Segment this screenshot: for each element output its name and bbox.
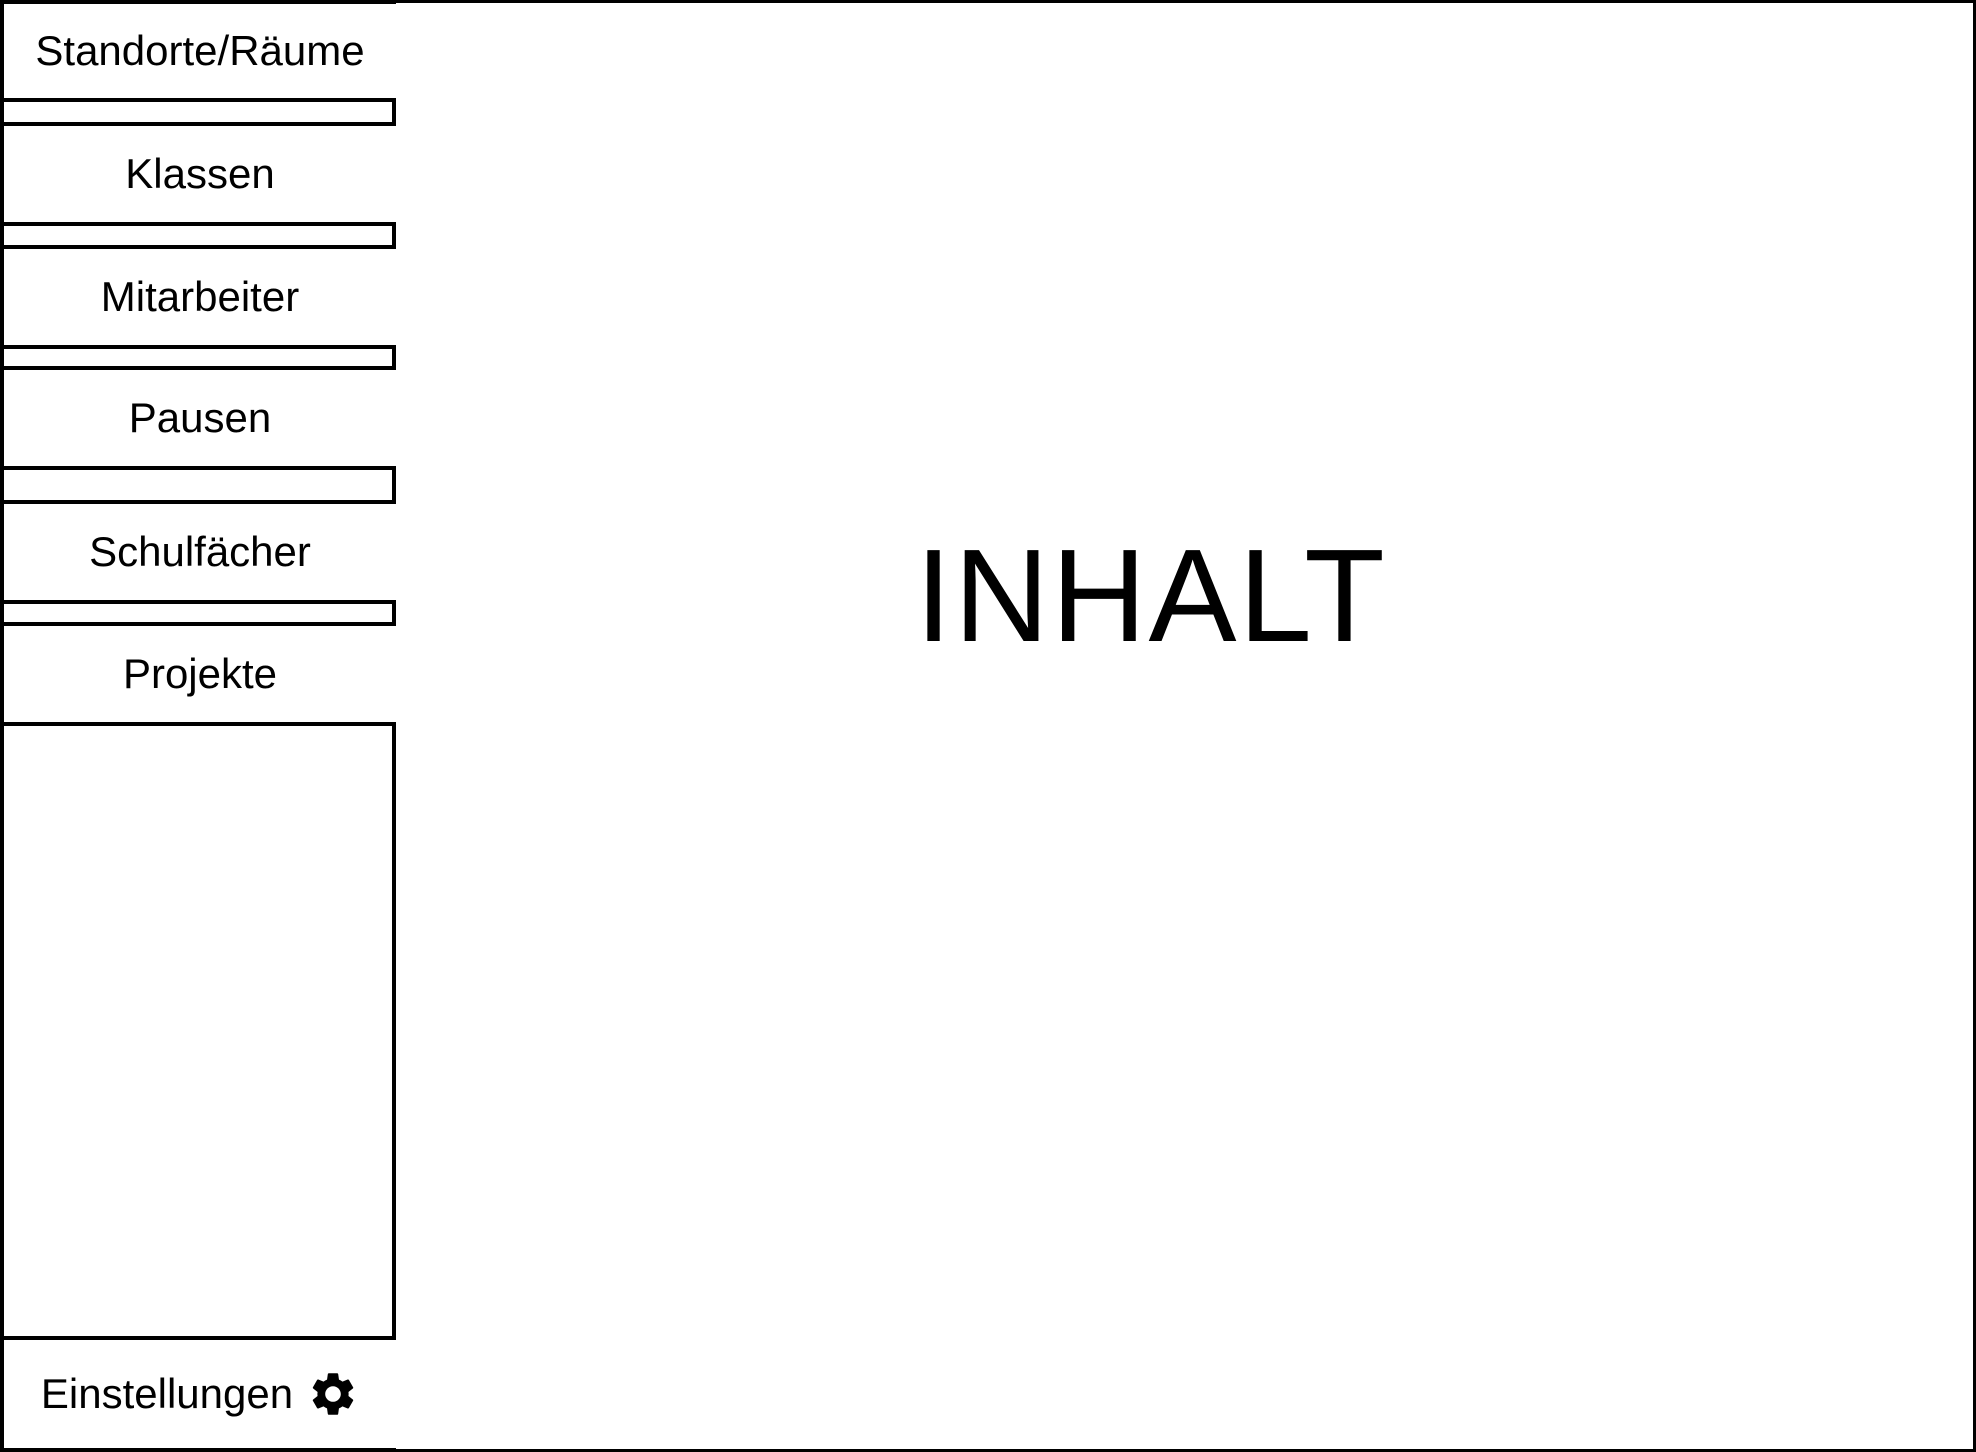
sidebar-item-label: Pausen (128, 394, 272, 441)
sidebar-item-klassen[interactable]: Klassen (4, 122, 396, 226)
sidebar-item-label: Projekte (122, 650, 278, 697)
sidebar-item-label: Schulfächer (89, 528, 311, 575)
sidebar-item-label: Klassen (125, 150, 275, 197)
sidebar-item-schulfaecher[interactable]: Schulfächer (4, 500, 396, 604)
sidebar-item-pausen[interactable]: Pausen (4, 366, 396, 470)
sidebar-item-label: Standorte/Räume (35, 27, 365, 74)
sidebar: Standorte/Räume Klassen Mitarbeiter Paus… (0, 0, 396, 1452)
settings-label: Einstellungen (40, 1370, 294, 1417)
settings-button[interactable]: Einstellungen (4, 1336, 396, 1448)
gear-icon (307, 1368, 359, 1420)
app-window: Standorte/Räume Klassen Mitarbeiter Paus… (0, 0, 1976, 1452)
sidebar-item-label: Mitarbeiter (100, 273, 300, 320)
sidebar-item-standorte-raeume[interactable]: Standorte/Räume (4, 4, 396, 102)
sidebar-item-mitarbeiter[interactable]: Mitarbeiter (4, 245, 396, 349)
page-title: INHALT (915, 522, 1387, 669)
sidebar-item-projekte[interactable]: Projekte (4, 622, 396, 726)
